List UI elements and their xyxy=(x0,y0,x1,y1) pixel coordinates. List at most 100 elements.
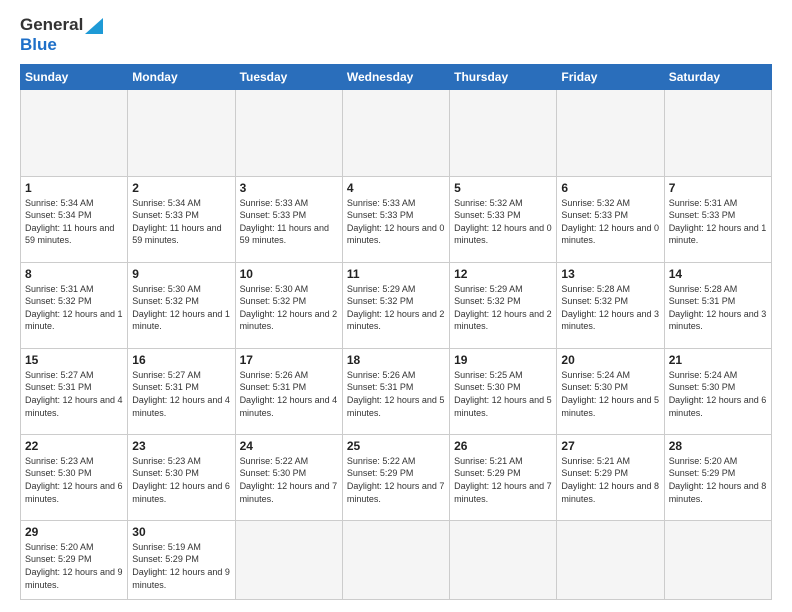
day-number: 12 xyxy=(454,267,552,281)
table-row xyxy=(21,90,128,176)
table-row: 13 Sunrise: 5:28 AMSunset: 5:32 PMDayligh… xyxy=(557,262,664,348)
table-row xyxy=(342,90,449,176)
day-info: Sunrise: 5:27 AMSunset: 5:31 PMDaylight:… xyxy=(25,369,123,419)
table-row: 22 Sunrise: 5:23 AMSunset: 5:30 PMDayligh… xyxy=(21,434,128,520)
table-row: 17 Sunrise: 5:26 AMSunset: 5:31 PMDayligh… xyxy=(235,348,342,434)
table-row: 23Sunrise: 5:23 AMSunset: 5:30 PMDayligh… xyxy=(128,434,235,520)
day-number: 17 xyxy=(240,353,338,367)
day-number: 9 xyxy=(132,267,230,281)
table-row: 27Sunrise: 5:21 AMSunset: 5:29 PMDayligh… xyxy=(557,434,664,520)
day-number: 27 xyxy=(561,439,659,453)
table-row: 1 Sunrise: 5:34 AMSunset: 5:34 PMDaylight… xyxy=(21,176,128,262)
day-info: Sunrise: 5:30 AMSunset: 5:32 PMDaylight:… xyxy=(240,283,338,333)
table-row xyxy=(664,520,771,599)
day-info: Sunrise: 5:31 AMSunset: 5:32 PMDaylight:… xyxy=(25,283,123,333)
table-row: 24 Sunrise: 5:22 AMSunset: 5:30 PMDayligh… xyxy=(235,434,342,520)
day-info: Sunrise: 5:34 AMSunset: 5:33 PMDaylight:… xyxy=(132,197,230,247)
header-saturday: Saturday xyxy=(664,65,771,90)
day-info: Sunrise: 5:33 AMSunset: 5:33 PMDaylight:… xyxy=(240,197,338,247)
logo-general: General xyxy=(20,16,83,35)
table-row xyxy=(664,90,771,176)
table-row xyxy=(342,520,449,599)
day-info: Sunrise: 5:22 AMSunset: 5:29 PMDaylight:… xyxy=(347,455,445,505)
table-row: 29 Sunrise: 5:20 AMSunset: 5:29 PMDayligh… xyxy=(21,520,128,599)
table-row xyxy=(557,90,664,176)
day-info: Sunrise: 5:20 AMSunset: 5:29 PMDaylight:… xyxy=(669,455,767,505)
day-number: 6 xyxy=(561,181,659,195)
day-number: 20 xyxy=(561,353,659,367)
day-number: 7 xyxy=(669,181,767,195)
day-number: 10 xyxy=(240,267,338,281)
day-number: 13 xyxy=(561,267,659,281)
day-number: 14 xyxy=(669,267,767,281)
day-number: 21 xyxy=(669,353,767,367)
day-number: 28 xyxy=(669,439,767,453)
day-info: Sunrise: 5:29 AMSunset: 5:32 PMDaylight:… xyxy=(347,283,445,333)
table-row xyxy=(235,520,342,599)
day-info: Sunrise: 5:30 AMSunset: 5:32 PMDaylight:… xyxy=(132,283,230,333)
logo-blue: Blue xyxy=(20,35,57,54)
day-number: 11 xyxy=(347,267,445,281)
header-sunday: Sunday xyxy=(21,65,128,90)
day-info: Sunrise: 5:26 AMSunset: 5:31 PMDaylight:… xyxy=(240,369,338,419)
day-number: 16 xyxy=(132,353,230,367)
header-monday: Monday xyxy=(128,65,235,90)
day-info: Sunrise: 5:23 AMSunset: 5:30 PMDaylight:… xyxy=(25,455,123,505)
table-row: 15 Sunrise: 5:27 AMSunset: 5:31 PMDayligh… xyxy=(21,348,128,434)
day-number: 25 xyxy=(347,439,445,453)
day-info: Sunrise: 5:34 AMSunset: 5:34 PMDaylight:… xyxy=(25,197,123,247)
day-info: Sunrise: 5:22 AMSunset: 5:30 PMDaylight:… xyxy=(240,455,338,505)
page: General Blue Sunday Monday Tuesday Wedne… xyxy=(0,0,792,612)
day-number: 4 xyxy=(347,181,445,195)
day-number: 29 xyxy=(25,525,123,539)
header: General Blue xyxy=(20,16,772,54)
day-info: Sunrise: 5:20 AMSunset: 5:29 PMDaylight:… xyxy=(25,541,123,591)
day-info: Sunrise: 5:32 AMSunset: 5:33 PMDaylight:… xyxy=(561,197,659,247)
table-row: 9 Sunrise: 5:30 AMSunset: 5:32 PMDaylight… xyxy=(128,262,235,348)
table-row: 25 Sunrise: 5:22 AMSunset: 5:29 PMDayligh… xyxy=(342,434,449,520)
header-wednesday: Wednesday xyxy=(342,65,449,90)
day-number: 30 xyxy=(132,525,230,539)
table-row: 26Sunrise: 5:21 AMSunset: 5:29 PMDayligh… xyxy=(450,434,557,520)
day-info: Sunrise: 5:31 AMSunset: 5:33 PMDaylight:… xyxy=(669,197,767,247)
table-row: 8 Sunrise: 5:31 AMSunset: 5:32 PMDaylight… xyxy=(21,262,128,348)
table-row xyxy=(235,90,342,176)
table-row: 14 Sunrise: 5:28 AMSunset: 5:31 PMDayligh… xyxy=(664,262,771,348)
table-row xyxy=(128,90,235,176)
logo-triangle-icon xyxy=(85,16,103,34)
table-row: 30Sunrise: 5:19 AMSunset: 5:29 PMDayligh… xyxy=(128,520,235,599)
day-info: Sunrise: 5:24 AMSunset: 5:30 PMDaylight:… xyxy=(669,369,767,419)
day-info: Sunrise: 5:28 AMSunset: 5:31 PMDaylight:… xyxy=(669,283,767,333)
day-info: Sunrise: 5:29 AMSunset: 5:32 PMDaylight:… xyxy=(454,283,552,333)
day-number: 18 xyxy=(347,353,445,367)
day-number: 23 xyxy=(132,439,230,453)
table-row: 11 Sunrise: 5:29 AMSunset: 5:32 PMDayligh… xyxy=(342,262,449,348)
day-info: Sunrise: 5:26 AMSunset: 5:31 PMDaylight:… xyxy=(347,369,445,419)
calendar-table: Sunday Monday Tuesday Wednesday Thursday… xyxy=(20,64,772,600)
table-row: 7 Sunrise: 5:31 AMSunset: 5:33 PMDaylight… xyxy=(664,176,771,262)
table-row: 6 Sunrise: 5:32 AMSunset: 5:33 PMDaylight… xyxy=(557,176,664,262)
table-row: 16 Sunrise: 5:27 AMSunset: 5:31 PMDayligh… xyxy=(128,348,235,434)
day-number: 22 xyxy=(25,439,123,453)
table-row: 4Sunrise: 5:33 AMSunset: 5:33 PMDaylight… xyxy=(342,176,449,262)
table-row: 2 Sunrise: 5:34 AMSunset: 5:33 PMDaylight… xyxy=(128,176,235,262)
weekday-header-row: Sunday Monday Tuesday Wednesday Thursday… xyxy=(21,65,772,90)
day-info: Sunrise: 5:27 AMSunset: 5:31 PMDaylight:… xyxy=(132,369,230,419)
day-number: 2 xyxy=(132,181,230,195)
logo: General Blue xyxy=(20,16,103,54)
day-number: 5 xyxy=(454,181,552,195)
header-friday: Friday xyxy=(557,65,664,90)
day-number: 15 xyxy=(25,353,123,367)
day-number: 8 xyxy=(25,267,123,281)
day-info: Sunrise: 5:24 AMSunset: 5:30 PMDaylight:… xyxy=(561,369,659,419)
day-number: 3 xyxy=(240,181,338,195)
day-info: Sunrise: 5:28 AMSunset: 5:32 PMDaylight:… xyxy=(561,283,659,333)
table-row xyxy=(557,520,664,599)
table-row: 28 Sunrise: 5:20 AMSunset: 5:29 PMDayligh… xyxy=(664,434,771,520)
table-row: 21 Sunrise: 5:24 AMSunset: 5:30 PMDayligh… xyxy=(664,348,771,434)
table-row xyxy=(450,90,557,176)
table-row: 5Sunrise: 5:32 AMSunset: 5:33 PMDaylight… xyxy=(450,176,557,262)
day-number: 1 xyxy=(25,181,123,195)
day-info: Sunrise: 5:25 AMSunset: 5:30 PMDaylight:… xyxy=(454,369,552,419)
day-number: 24 xyxy=(240,439,338,453)
